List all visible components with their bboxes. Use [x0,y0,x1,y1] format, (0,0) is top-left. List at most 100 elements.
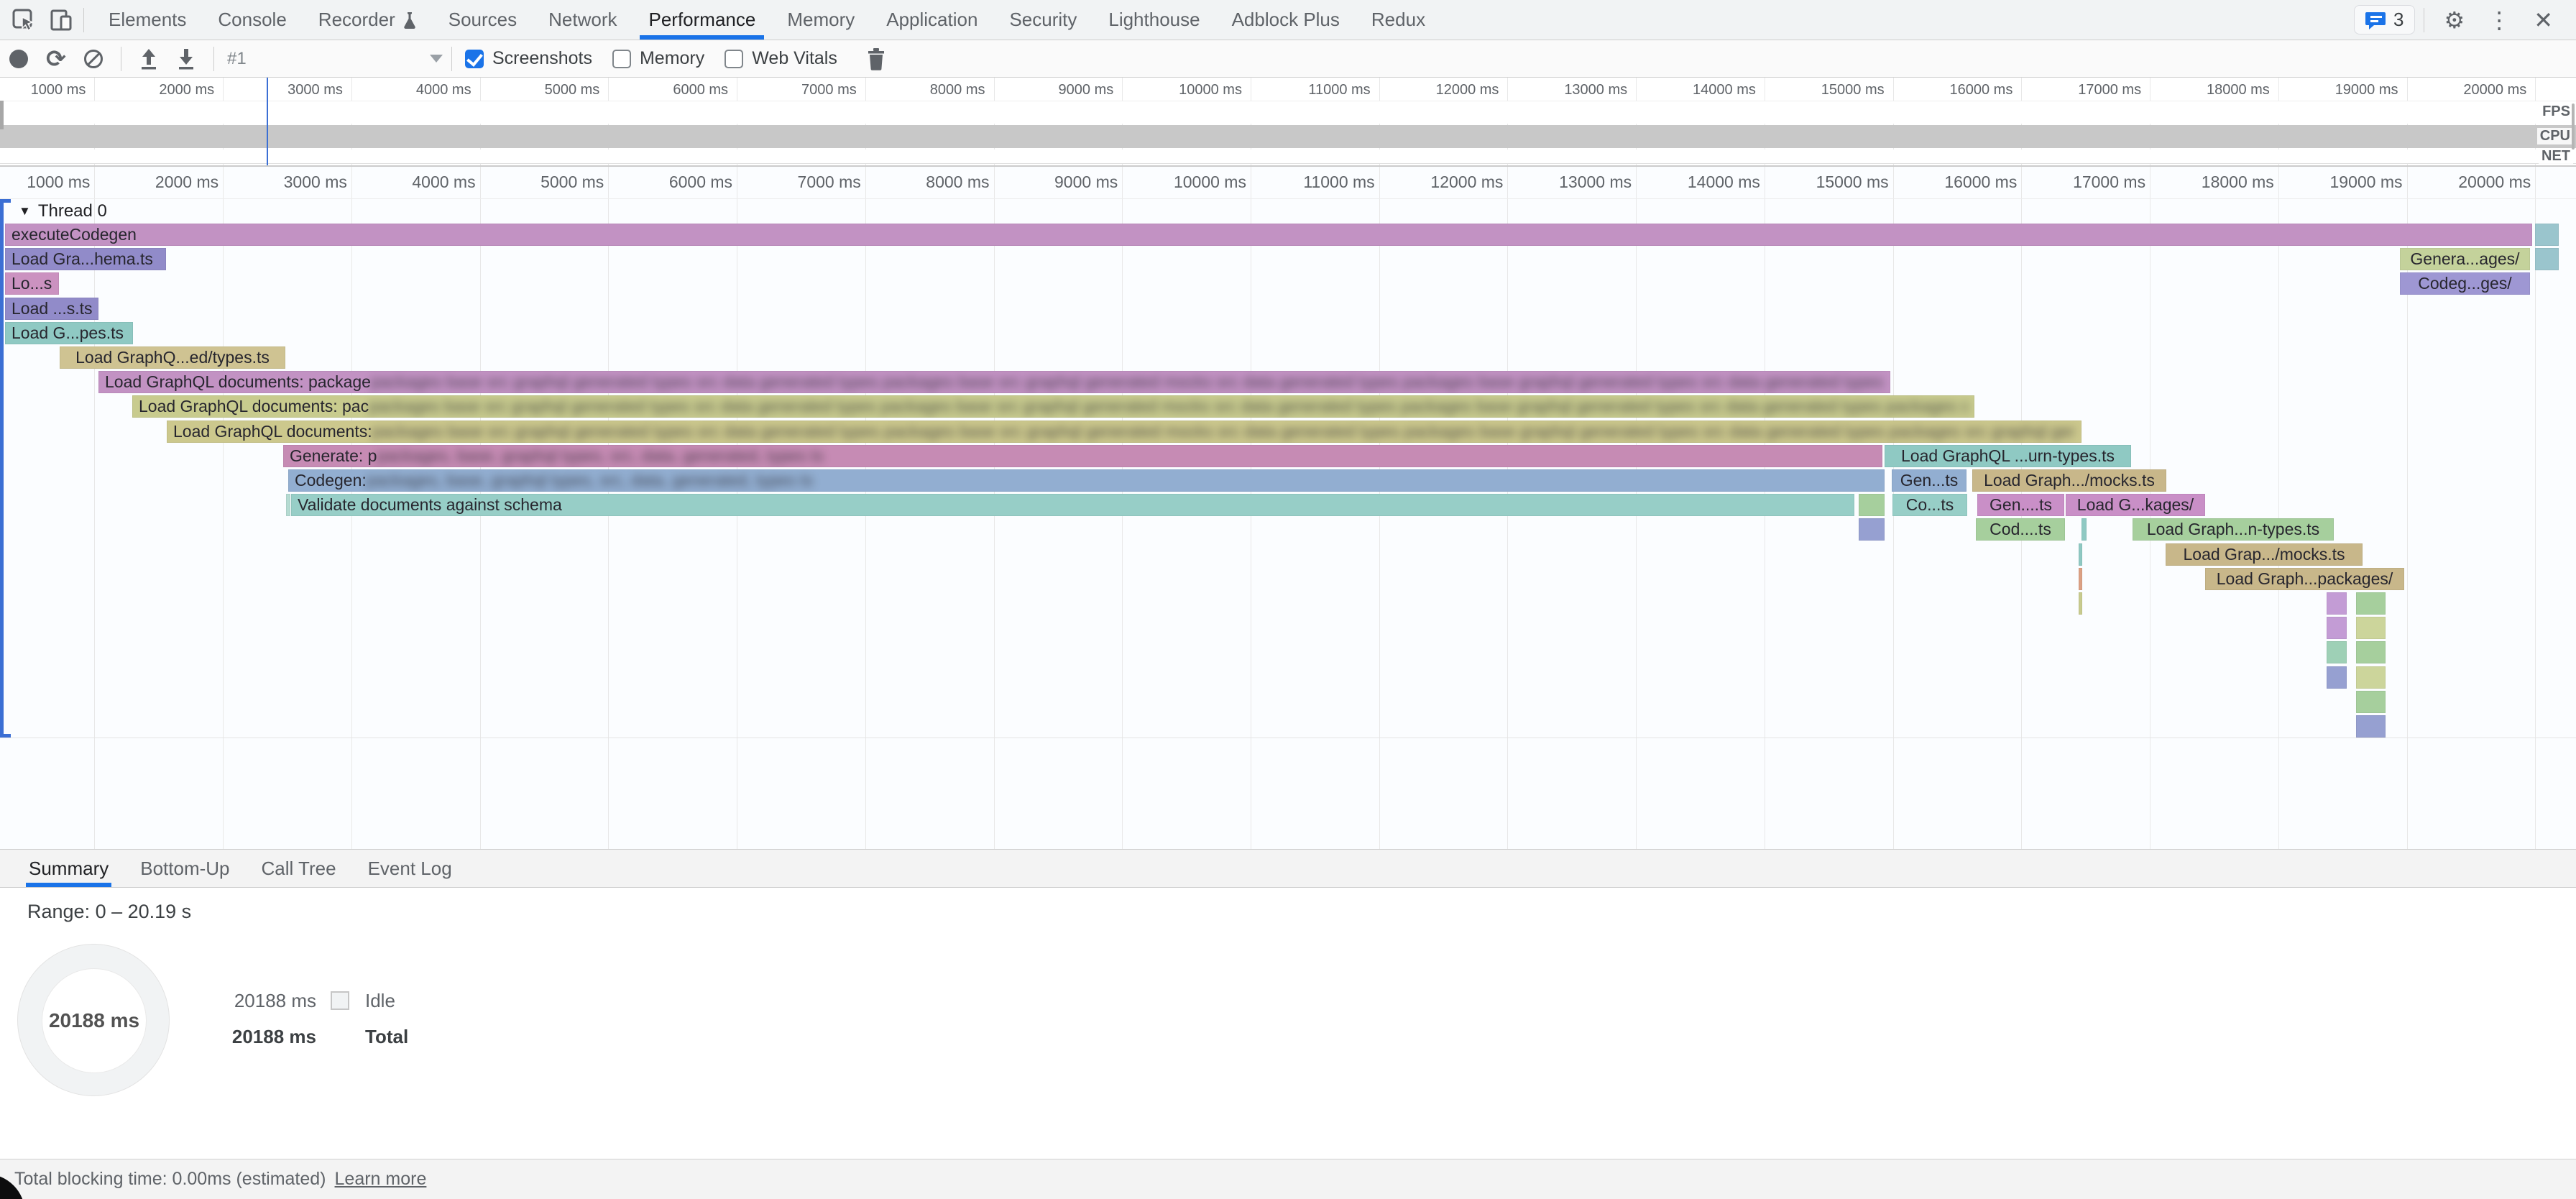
flame-bar[interactable]: Generate: ppackages, base, graphql types… [283,445,1882,467]
flame-bar-label: Load Gra...hema.ts [12,249,153,269]
flame-bar[interactable]: Gen...ts [1892,469,1966,492]
tab-redux[interactable]: Redux [1356,0,1441,40]
flame-block[interactable] [2356,617,2386,639]
flame-block[interactable] [2535,224,2559,246]
clear-recordings-button[interactable] [75,43,112,75]
issues-button[interactable]: 3 [2354,5,2414,35]
detail-tab-event-log[interactable]: Event Log [365,850,455,887]
tab-performance[interactable]: Performance [632,0,771,40]
flame-bar[interactable]: Validate documents against schema [291,494,1854,516]
flame-bar[interactable]: Lo...s [5,272,59,295]
summary-donut-chart: 20188 ms [17,944,170,1096]
flame-bar[interactable]: Load G...pes.ts [5,322,133,344]
checkbox-web-vitals[interactable]: Web Vitals [724,48,837,69]
flame-block[interactable] [2327,617,2347,639]
learn-more-link[interactable]: Learn more [335,1169,427,1190]
total-blocking-time-text: Total blocking time: 0.00ms (estimated) [14,1169,326,1190]
flame-bar[interactable]: Codeg...ges/ [2400,272,2530,295]
settings-gear-icon[interactable]: ⚙ [2433,9,2477,32]
reload-and-record-button[interactable]: ⟳ [37,43,75,75]
redacted-text: packages base src graphql generated type… [369,397,1968,416]
tab-security[interactable]: Security [993,0,1092,40]
tab-console[interactable]: Console [202,0,302,40]
tab-recorder[interactable]: Recorder [303,0,433,40]
flame-block[interactable] [2356,715,2386,738]
tab-memory[interactable]: Memory [771,0,870,40]
tab-elements[interactable]: Elements [93,0,202,40]
checkbox-screenshots[interactable]: Screenshots [465,48,592,69]
flame-bar[interactable]: Load GraphQL documents: packagepackages … [98,371,1890,393]
flame-bar[interactable]: Codegen: packages, base, graphql types, … [288,469,1885,492]
load-profile-button[interactable] [130,43,167,75]
flame-block[interactable] [2356,666,2386,689]
checkbox-checked-icon[interactable] [465,50,484,68]
flame-bar[interactable]: Load Graph...packages/ [2205,568,2404,590]
flame-bar[interactable]: Co...ts [1892,494,1967,516]
legend-value: 20188 ms [212,1026,316,1048]
recorder-flask-icon [402,11,417,29]
tab-lighthouse[interactable]: Lighthouse [1092,0,1215,40]
flame-block[interactable] [1859,518,1885,541]
flame-bar[interactable]: Load Graph...n-types.ts [2133,518,2334,541]
tab-application[interactable]: Application [870,0,993,40]
timeline-overview[interactable]: 1000 ms2000 ms3000 ms4000 ms5000 ms6000 … [0,78,2576,167]
flame-bar[interactable]: Load GraphQ...ed/types.ts [60,346,285,369]
flame-bar[interactable]: Load Graph.../mocks.ts [1972,469,2166,492]
flame-block[interactable] [2079,568,2082,590]
flame-block[interactable] [2356,592,2386,615]
flame-bar[interactable]: Load ...s.ts [5,298,98,320]
tab-network[interactable]: Network [533,0,632,40]
flame-block[interactable] [2079,543,2082,566]
checkbox-memory[interactable]: Memory [612,48,704,69]
flame-bar[interactable]: Load GraphQL ...urn-types.ts [1885,445,2131,467]
device-toolbar-icon[interactable] [47,6,75,34]
flame-bar[interactable]: Load Gra...hema.ts [5,248,166,270]
ruler-tick-label: 8000 ms [863,82,985,98]
ruler-tick-label: 9000 ms [991,82,1113,98]
tab-sources[interactable]: Sources [433,0,533,40]
flame-block[interactable] [1859,494,1885,516]
tab-adblock-plus[interactable]: Adblock Plus [1216,0,1356,40]
recording-history-select[interactable]: #1 [227,49,443,69]
collapse-triangle-icon[interactable]: ▼ [19,204,31,219]
checkbox-unchecked-icon[interactable] [724,50,743,68]
thread-track-header[interactable]: ▼ Thread 0 [19,201,107,221]
flame-bar[interactable]: Load G...kages/ [2066,494,2205,516]
overview-drag-handle[interactable] [0,101,4,129]
flame-block[interactable] [2535,248,2559,270]
ruler-tick-label: 4000 ms [349,173,476,192]
flame-bar-label: Load Grap.../mocks.ts [2184,545,2345,564]
ruler-tick-label: 3000 ms [221,82,343,98]
ruler-tick-label: 20000 ms [2404,82,2526,98]
flame-bar[interactable]: Load GraphQL documents:packages base src… [167,421,2082,443]
close-devtools-icon[interactable]: ✕ [2522,9,2564,32]
inspect-element-icon[interactable] [10,6,37,34]
overview-scrollbar[interactable] [2572,104,2575,150]
flame-block[interactable] [2079,592,2082,615]
flame-block[interactable] [2082,518,2087,541]
flame-block[interactable] [286,494,290,516]
detail-tab-call-tree[interactable]: Call Tree [259,850,339,887]
garbage-collect-trash-icon[interactable] [857,43,895,75]
flame-bar[interactable]: Load Grap.../mocks.ts [2166,543,2363,566]
flame-bar-label: Load Graph...n-types.ts [2147,520,2319,539]
divider [83,8,84,32]
flame-bar[interactable]: Genera...ages/ [2400,248,2530,270]
checkbox-unchecked-icon[interactable] [612,50,631,68]
flame-block[interactable] [2327,666,2347,689]
flame-bar[interactable]: Load GraphQL documents: pacpackages base… [132,395,1974,418]
flame-block[interactable] [2327,641,2347,663]
flame-block[interactable] [2327,592,2347,615]
record-button[interactable] [0,43,37,75]
flame-block[interactable] [2356,641,2386,663]
ruler-tick-label: 15000 ms [1762,82,1885,98]
detail-tab-summary[interactable]: Summary [26,850,111,887]
flame-bar[interactable]: Gen....ts [1977,494,2064,516]
flame-block[interactable] [2356,691,2386,713]
flame-bar[interactable]: Cod....ts [1976,518,2065,541]
flame-chart[interactable]: 1000 ms2000 ms3000 ms4000 ms5000 ms6000 … [0,167,2576,849]
save-profile-button[interactable] [167,43,205,75]
more-options-kebab-icon[interactable]: ⋮ [2476,9,2522,32]
flame-bar[interactable]: executeCodegen [5,224,2532,246]
detail-tab-bottom-up[interactable]: Bottom-Up [137,850,232,887]
